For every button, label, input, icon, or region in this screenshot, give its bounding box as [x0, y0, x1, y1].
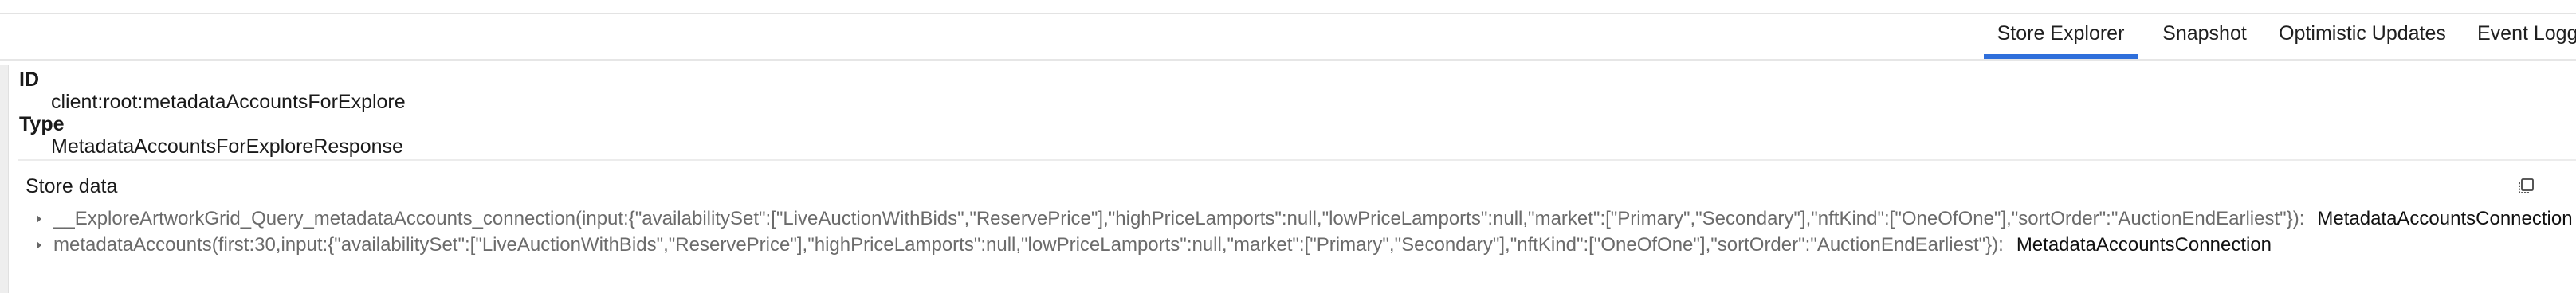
- tab-bar-divider: [0, 59, 2576, 61]
- id-value: client:root:metadataAccountsForExplore: [51, 91, 406, 113]
- expand-caret-icon[interactable]: [33, 239, 45, 252]
- store-field-row[interactable]: metadataAccounts(first:30,input:{"availa…: [33, 233, 2272, 257]
- field-name: metadataAccounts(first:30,input:{"availa…: [53, 234, 1999, 256]
- tab-store-explorer[interactable]: Store Explorer: [1984, 16, 2138, 59]
- top-divider: [0, 13, 2576, 14]
- store-field-row[interactable]: __ExploreArtworkGrid_Query_metadataAccou…: [33, 207, 2573, 231]
- type-value: MetadataAccountsForExploreResponse: [51, 135, 403, 158]
- field-name: __ExploreArtworkGrid_Query_metadataAccou…: [53, 208, 2299, 229]
- devtools-tab-bar: Store Explorer Snapshot Optimistic Updat…: [0, 16, 2576, 59]
- tab-list: Store Explorer Snapshot Optimistic Updat…: [1984, 16, 2576, 59]
- field-separator: :: [2299, 208, 2305, 229]
- tab-snapshot[interactable]: Snapshot: [2138, 16, 2272, 59]
- sidebar-resize-edge[interactable]: [0, 65, 9, 293]
- store-data-title: Store data: [26, 175, 118, 197]
- id-label: ID: [19, 68, 39, 91]
- tab-optimistic-updates[interactable]: Optimistic Updates: [2272, 16, 2453, 59]
- expand-caret-icon[interactable]: [33, 213, 45, 225]
- record-details: ID client:root:metadataAccountsForExplor…: [19, 68, 2554, 158]
- copy-icon[interactable]: [2516, 177, 2535, 196]
- copy-icon-graphic: [2519, 178, 2534, 193]
- store-explorer-page: Store Explorer Snapshot Optimistic Updat…: [0, 0, 2576, 293]
- tab-event-logger[interactable]: Event Logger: [2453, 16, 2576, 59]
- field-type: MetadataAccountsConnection: [2317, 208, 2573, 229]
- field-separator: :: [1998, 234, 2004, 256]
- store-data-panel: Store data __ExploreArtworkGrid_Query_me…: [18, 159, 2576, 293]
- type-label: Type: [19, 113, 65, 135]
- field-type: MetadataAccountsConnection: [2016, 234, 2272, 256]
